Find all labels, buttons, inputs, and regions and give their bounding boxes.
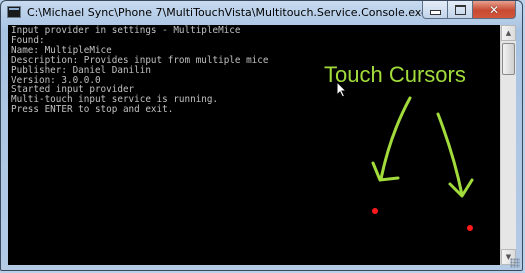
arrow-left xyxy=(379,96,412,181)
touch-cursor-dot xyxy=(467,225,473,231)
annotation-arrows xyxy=(371,96,474,198)
mouse-pointer-icon xyxy=(336,81,348,98)
touch-cursor-dot xyxy=(372,208,378,214)
